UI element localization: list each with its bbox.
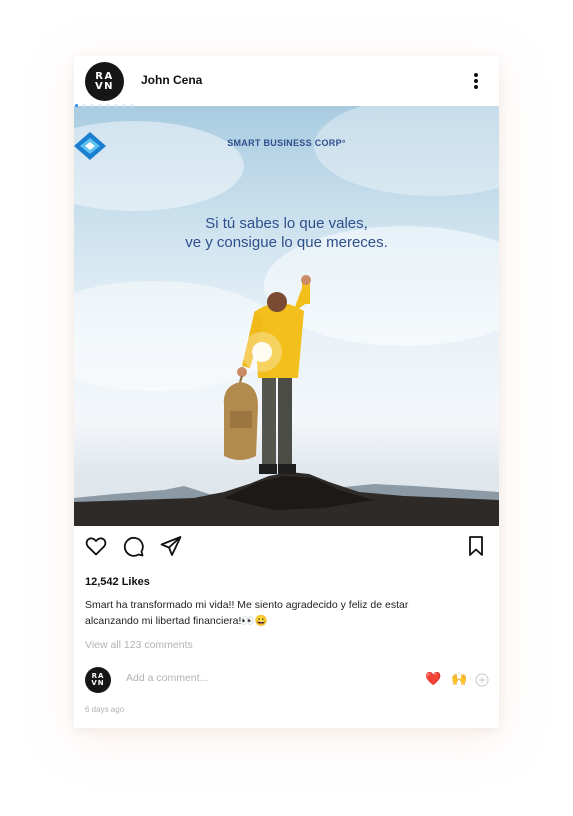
caption-line-2: alcanzando mi libertad financiera!👀😀 [85,615,268,627]
brand-block: SMART BUSINESS CORP° [74,132,499,160]
carousel-dot[interactable] [99,104,102,107]
post-header: RA VN John Cena [74,56,499,106]
likes-count[interactable]: 12,542 Likes [85,576,150,588]
post-actions [74,526,499,566]
raised-hands-emoji-button[interactable]: 🙌 [451,672,467,686]
view-comments-link[interactable]: View all 123 comments [85,639,193,651]
image-quote: Si tú sabes lo que vales, ve y consigue … [74,214,499,252]
avatar-text-bottom: VN [94,80,115,92]
carousel-dot[interactable] [107,104,110,107]
add-emoji-icon[interactable] [475,673,489,687]
post-photo-scene [74,106,499,526]
bookmark-icon[interactable] [464,534,488,558]
add-comment-input[interactable]: Add a comment... [126,672,208,684]
author-avatar[interactable]: RA VN [85,62,124,101]
post-image[interactable]: SMART BUSINESS CORP° Si tú sabes lo que … [74,106,499,526]
post-caption: Smart ha transformado mi vida!! Me sient… [85,597,485,629]
quote-line-2: ve y consigue lo que mereces. [185,234,388,251]
brand-logo-icon [74,132,106,160]
carousel-indicator [75,104,134,107]
post-timestamp: 6 days ago [85,705,125,714]
send-icon[interactable] [159,534,183,558]
heart-icon[interactable] [84,534,108,558]
avatar-text-bottom: VN [91,679,105,687]
carousel-dot[interactable] [83,104,86,107]
current-user-avatar: RA VN [85,667,111,693]
post-card: RA VN John Cena SMART BUSINESS CORP° Si … [74,56,499,728]
author-username[interactable]: John Cena [141,73,202,87]
carousel-dot[interactable] [115,104,118,107]
brand-name: SMART BUSINESS CORP° [227,138,346,148]
avatar-text-top: RA [95,70,114,82]
comment-icon[interactable] [121,534,145,558]
caption-line-1: Smart ha transformado mi vida!! Me sient… [85,599,409,611]
carousel-dot[interactable] [91,104,94,107]
more-options-icon[interactable] [468,70,484,92]
carousel-dot[interactable] [123,104,126,107]
carousel-dot[interactable] [75,104,78,107]
quote-line-1: Si tú sabes lo que vales, [205,215,368,232]
heart-emoji-button[interactable]: ❤️ [425,672,441,686]
carousel-dot[interactable] [131,104,134,107]
